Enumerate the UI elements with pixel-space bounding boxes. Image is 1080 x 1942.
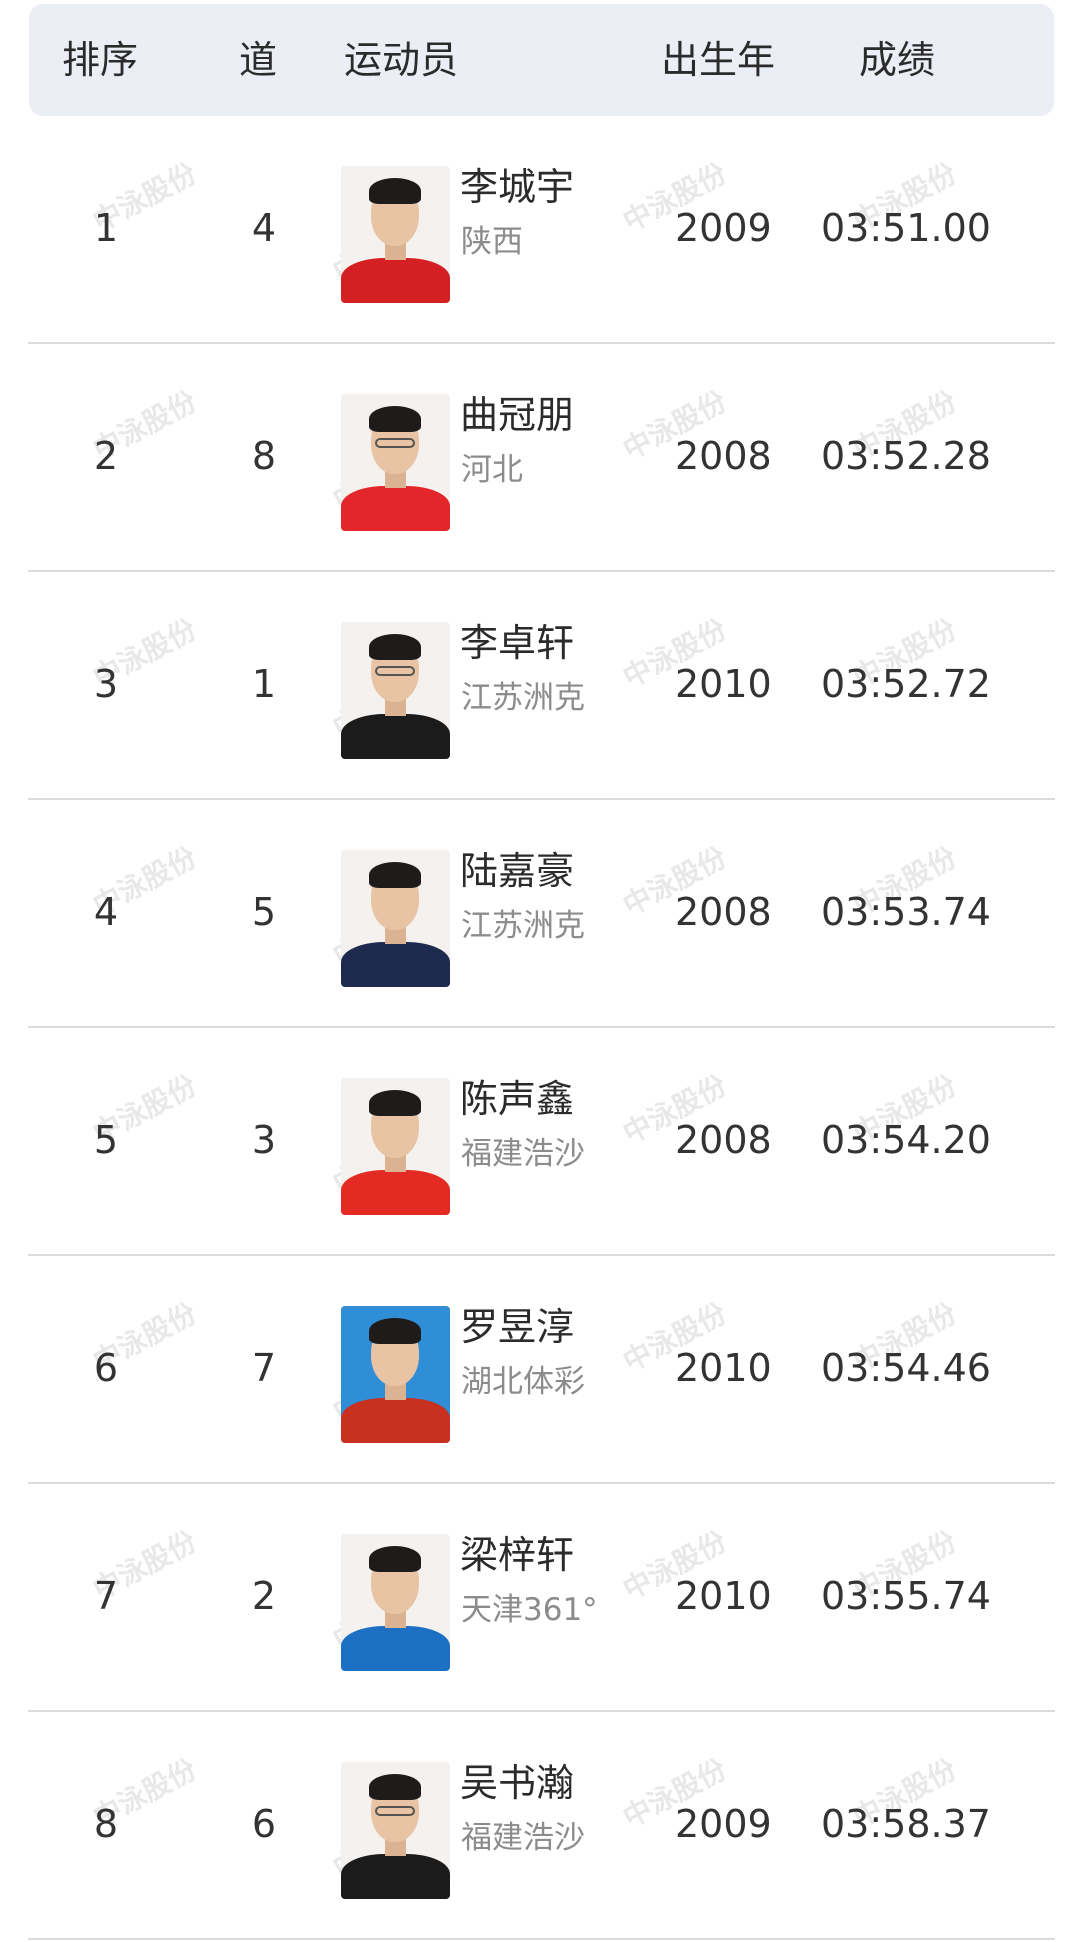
athlete-photo[interactable] [341, 1762, 450, 1899]
birth-year-cell: 2008 [675, 890, 772, 934]
table-row[interactable]: 中泳股份 中泳股份 中泳股份 中泳股份 2 8 曲冠朋 河北 2008 03:5… [28, 344, 1055, 572]
header-birth-year: 出生年 [661, 38, 776, 82]
athlete-team: 陕西 [461, 224, 523, 260]
lane-cell: 3 [251, 1118, 277, 1162]
birth-year-cell: 2009 [675, 206, 772, 250]
photo-hair [369, 1774, 421, 1800]
photo-hair [369, 406, 421, 432]
lane-cell: 6 [251, 1802, 277, 1846]
photo-uniform [341, 1626, 450, 1671]
header-result: 成绩 [859, 38, 936, 82]
rank-cell: 7 [93, 1574, 119, 1618]
lane-cell: 1 [251, 662, 277, 706]
results-table-body: 中泳股份 中泳股份 中泳股份 中泳股份 1 4 李城宇 陕西 2009 03:5… [0, 116, 1080, 1940]
photo-uniform [341, 486, 450, 531]
athlete-team: 天津361° [461, 1592, 598, 1628]
birth-year-cell: 2010 [675, 662, 772, 706]
photo-uniform [341, 1170, 450, 1215]
result-cell: 03:55.74 [821, 1574, 991, 1618]
result-cell: 03:52.72 [821, 662, 991, 706]
athlete-name: 曲冠朋 [460, 393, 575, 437]
header-lane: 道 [239, 38, 278, 82]
result-cell: 03:54.46 [821, 1346, 991, 1390]
athlete-photo[interactable] [341, 850, 450, 987]
table-row[interactable]: 中泳股份 中泳股份 中泳股份 中泳股份 8 6 吴书瀚 福建浩沙 2009 03… [28, 1712, 1055, 1940]
photo-hair [369, 862, 421, 888]
header-rank: 排序 [62, 38, 139, 82]
athlete-team: 福建浩沙 [461, 1136, 585, 1172]
table-row[interactable]: 中泳股份 中泳股份 中泳股份 中泳股份 6 7 罗昱淳 湖北体彩 2010 03… [28, 1256, 1055, 1484]
result-cell: 03:52.28 [821, 434, 991, 478]
table-row[interactable]: 中泳股份 中泳股份 中泳股份 中泳股份 1 4 李城宇 陕西 2009 03:5… [28, 116, 1055, 344]
athlete-photo[interactable] [341, 1306, 450, 1443]
photo-uniform [341, 1854, 450, 1899]
birth-year-cell: 2008 [675, 1118, 772, 1162]
athlete-name: 吴书瀚 [460, 1761, 575, 1805]
photo-glasses [375, 666, 415, 676]
athlete-team: 江苏洲克 [461, 908, 585, 944]
photo-uniform [341, 258, 450, 303]
rank-cell: 3 [93, 662, 119, 706]
photo-hair [369, 178, 421, 204]
rank-cell: 2 [93, 434, 119, 478]
athlete-photo[interactable] [341, 1078, 450, 1215]
rank-cell: 4 [93, 890, 119, 934]
athlete-name: 李城宇 [460, 165, 575, 209]
rank-cell: 6 [93, 1346, 119, 1390]
photo-glasses [375, 1806, 415, 1816]
lane-cell: 7 [251, 1346, 277, 1390]
athlete-name: 梁梓轩 [460, 1533, 575, 1577]
athlete-name: 李卓轩 [460, 621, 575, 665]
lane-cell: 4 [251, 206, 277, 250]
table-row[interactable]: 中泳股份 中泳股份 中泳股份 中泳股份 4 5 陆嘉豪 江苏洲克 2008 03… [28, 800, 1055, 1028]
birth-year-cell: 2008 [675, 434, 772, 478]
results-table-header: 排序 道 运动员 出生年 成绩 [29, 4, 1054, 116]
photo-hair [369, 634, 421, 660]
birth-year-cell: 2010 [675, 1346, 772, 1390]
birth-year-cell: 2010 [675, 1574, 772, 1618]
athlete-photo[interactable] [341, 394, 450, 531]
rank-cell: 1 [93, 206, 119, 250]
photo-uniform [341, 942, 450, 987]
athlete-name: 罗昱淳 [460, 1305, 575, 1349]
athlete-team: 福建浩沙 [461, 1820, 585, 1856]
athlete-name: 陆嘉豪 [460, 849, 575, 893]
result-cell: 03:58.37 [821, 1802, 991, 1846]
table-row[interactable]: 中泳股份 中泳股份 中泳股份 中泳股份 5 3 陈声鑫 福建浩沙 2008 03… [28, 1028, 1055, 1256]
photo-glasses [375, 438, 415, 448]
lane-cell: 2 [251, 1574, 277, 1618]
lane-cell: 5 [251, 890, 277, 934]
rank-cell: 8 [93, 1802, 119, 1846]
lane-cell: 8 [251, 434, 277, 478]
rank-cell: 5 [93, 1118, 119, 1162]
athlete-name: 陈声鑫 [460, 1077, 575, 1121]
result-cell: 03:54.20 [821, 1118, 991, 1162]
athlete-photo[interactable] [341, 1534, 450, 1671]
result-cell: 03:51.00 [821, 206, 991, 250]
athlete-team: 湖北体彩 [461, 1364, 585, 1400]
table-row[interactable]: 中泳股份 中泳股份 中泳股份 中泳股份 3 1 李卓轩 江苏洲克 2010 03… [28, 572, 1055, 800]
result-cell: 03:53.74 [821, 890, 991, 934]
athlete-team: 江苏洲克 [461, 680, 585, 716]
photo-hair [369, 1318, 421, 1344]
photo-uniform [341, 714, 450, 759]
athlete-team: 河北 [461, 452, 523, 488]
photo-hair [369, 1090, 421, 1116]
athlete-photo[interactable] [341, 166, 450, 303]
table-row[interactable]: 中泳股份 中泳股份 中泳股份 中泳股份 7 2 梁梓轩 天津361° 2010 … [28, 1484, 1055, 1712]
header-athlete: 运动员 [344, 38, 459, 82]
photo-uniform [341, 1398, 450, 1443]
athlete-photo[interactable] [341, 622, 450, 759]
birth-year-cell: 2009 [675, 1802, 772, 1846]
photo-hair [369, 1546, 421, 1572]
